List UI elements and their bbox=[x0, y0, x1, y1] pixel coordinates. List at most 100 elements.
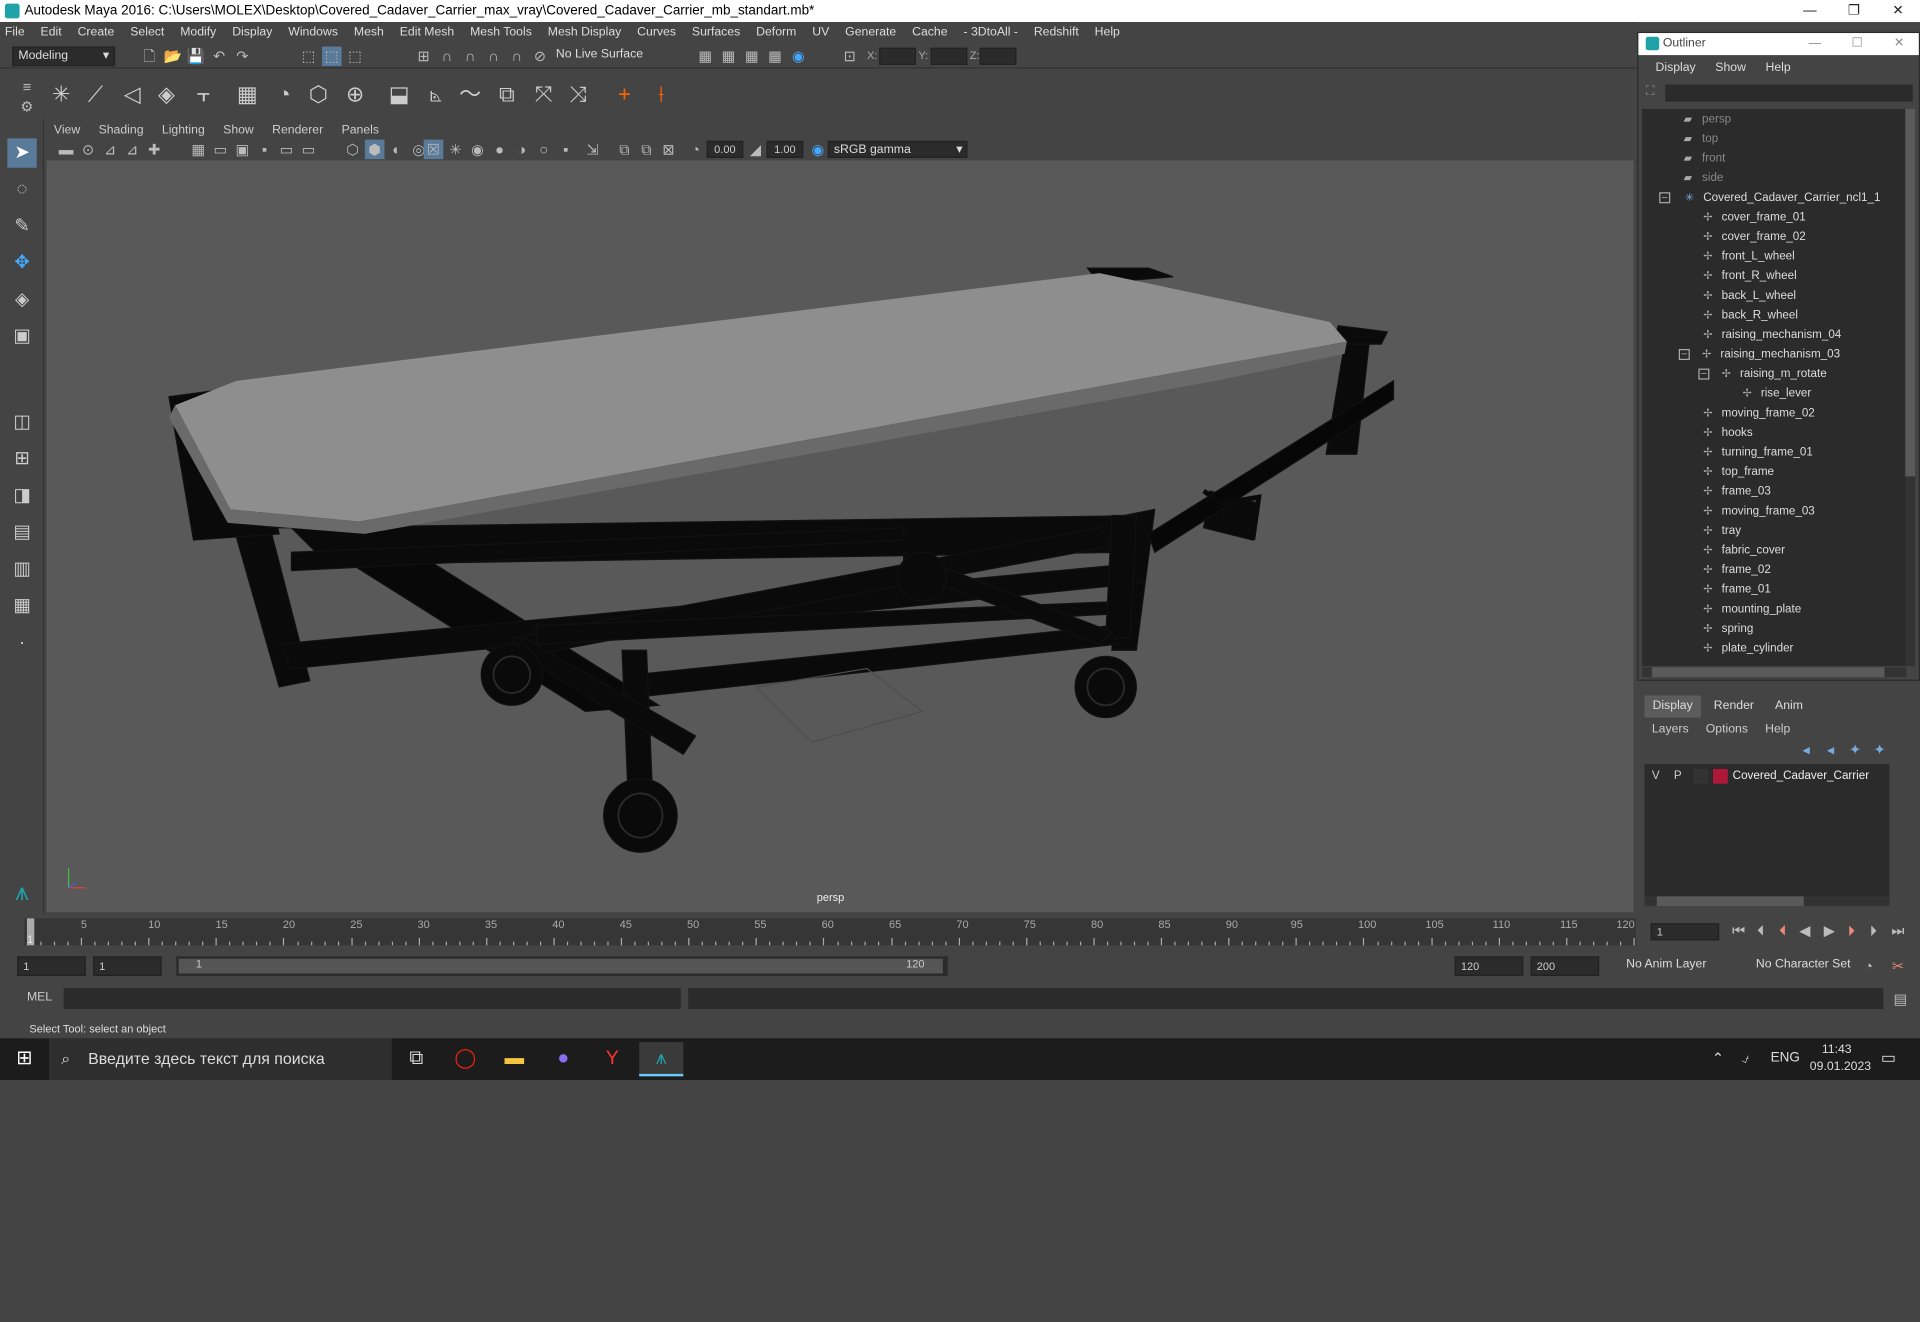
outliner-item-camera[interactable]: ▰ top bbox=[1684, 129, 1719, 149]
taskbar-search[interactable]: ⌕ Введите здесь текст для поиска bbox=[48, 1038, 392, 1081]
layout-icon-3[interactable]: ▦ bbox=[7, 591, 36, 620]
outliner-item[interactable]: ✢ top_frame bbox=[1703, 462, 1774, 482]
character-set-dropdown[interactable]: No Character Set bbox=[1751, 956, 1854, 976]
layer-scrollbar[interactable] bbox=[1644, 896, 1890, 907]
select-tool-icon[interactable]: ➤ bbox=[7, 138, 37, 168]
bookmark-icon[interactable]: ⊿ bbox=[100, 140, 120, 160]
command-input[interactable] bbox=[63, 988, 681, 1009]
bevel-icon[interactable]: ◔ bbox=[269, 80, 298, 109]
step-forward-frame-icon[interactable]: ⏵ bbox=[1842, 921, 1862, 941]
field-chart-icon[interactable]: ▭ bbox=[277, 140, 297, 160]
xray-icon[interactable]: ◉ bbox=[468, 140, 488, 160]
vp-menu-panels[interactable]: Panels bbox=[342, 121, 379, 139]
filter-icon[interactable]: ⛶ bbox=[1646, 84, 1655, 97]
save-scene-icon[interactable]: 💾 bbox=[186, 47, 206, 67]
menu-create[interactable]: Create bbox=[78, 22, 115, 44]
layout-icon-2[interactable]: ▥ bbox=[7, 555, 36, 584]
menu-3dtoall[interactable]: - 3DtoAll - bbox=[963, 22, 1017, 44]
gamma-icon[interactable]: ◢ bbox=[746, 140, 766, 160]
task-view-icon[interactable]: ⧉ bbox=[394, 1042, 438, 1076]
hud-icon-3[interactable]: ⊠ bbox=[659, 140, 679, 160]
camera-select-icon[interactable]: ▬ bbox=[56, 140, 76, 160]
hud-icon-2[interactable]: ⧉ bbox=[637, 140, 657, 160]
play-backward-icon[interactable]: ◀ bbox=[1795, 921, 1815, 941]
make-live-icon[interactable]: ⊘ bbox=[530, 47, 550, 67]
outliner-item-camera[interactable]: ▰ side bbox=[1684, 168, 1724, 188]
select-hierarchy-icon[interactable]: ⬚ bbox=[299, 47, 319, 67]
range-slider[interactable]: 1 120 bbox=[176, 956, 948, 976]
outliner-item[interactable]: ✢ front_R_wheel bbox=[1703, 266, 1796, 286]
language-indicator[interactable]: ENG bbox=[1771, 1051, 1800, 1066]
menu-generate[interactable]: Generate bbox=[845, 22, 896, 44]
safe-action-icon[interactable]: ▭ bbox=[299, 140, 319, 160]
live-surface-field[interactable]: No Live Surface bbox=[551, 46, 652, 67]
hypershade-icon[interactable]: ◉ bbox=[789, 47, 809, 67]
outliner-close-button[interactable]: ✕ bbox=[1894, 33, 1904, 55]
select-component-icon[interactable]: ⬚ bbox=[345, 47, 365, 67]
z-field[interactable] bbox=[979, 47, 1017, 65]
outliner-item[interactable]: ✢ back_R_wheel bbox=[1703, 305, 1798, 325]
dof-icon[interactable]: ▪ bbox=[556, 140, 576, 160]
paint-select-icon[interactable]: ✎ bbox=[7, 212, 36, 241]
append-polygon-icon[interactable]: ⦝ bbox=[421, 80, 450, 109]
render-view-icon[interactable]: ▦ bbox=[765, 47, 785, 67]
use-lights-icon[interactable]: ☒ bbox=[423, 139, 444, 160]
outliner-item[interactable]: ✢ frame_01 bbox=[1703, 579, 1771, 599]
outliner-item[interactable]: ✢ plate_cylinder bbox=[1703, 638, 1793, 658]
select-object-icon[interactable]: ⬚ bbox=[322, 46, 342, 67]
snap-grid-icon[interactable]: ⊞ bbox=[414, 47, 434, 67]
playback-start-field[interactable]: 1 bbox=[93, 956, 162, 976]
single-view-icon[interactable]: ◫ bbox=[7, 408, 36, 437]
play-forward-icon[interactable]: ▶ bbox=[1820, 921, 1840, 941]
windows-start-icon[interactable]: ⊞ bbox=[2, 1042, 46, 1076]
move-layer-up-icon[interactable]: ◂ bbox=[1796, 740, 1816, 760]
scale-tool-icon[interactable]: ▣ bbox=[7, 322, 36, 351]
move-layer-down-icon[interactable]: ◂ bbox=[1821, 740, 1841, 760]
notifications-icon[interactable]: ▭ bbox=[1881, 1048, 1896, 1068]
outliner-item-root[interactable]: − ✳ Covered_Cadaver_Carrier_ncl1_1 bbox=[1659, 187, 1880, 207]
color-space-dropdown[interactable]: sRGB gamma ▾ bbox=[827, 140, 968, 158]
camera-attr-icon[interactable]: ⊙ bbox=[78, 140, 98, 160]
script-editor-icon[interactable]: ▤ bbox=[1891, 989, 1911, 1009]
layer-row[interactable]: V P Covered_Cadaver_Carrier bbox=[1645, 767, 1890, 787]
menu-surfaces[interactable]: Surfaces bbox=[692, 22, 740, 44]
step-back-key-icon[interactable]: ⏴ bbox=[1751, 921, 1771, 941]
collapse-icon[interactable]: − bbox=[1698, 368, 1710, 380]
four-view-icon[interactable]: ⊞ bbox=[7, 444, 36, 473]
tab-render[interactable]: Render bbox=[1703, 696, 1764, 718]
collapse-icon[interactable]: − bbox=[1659, 192, 1671, 204]
opera-icon[interactable]: ◯ bbox=[443, 1042, 487, 1076]
merge-icon[interactable]: ⤨ bbox=[563, 80, 592, 109]
film-gate-icon[interactable]: ▭ bbox=[211, 140, 231, 160]
close-button[interactable]: ✕ bbox=[1876, 0, 1920, 22]
outliner-horizontal-scrollbar[interactable] bbox=[1642, 667, 1907, 678]
outliner-item[interactable]: − ✢ raising_mechanism_03 bbox=[1678, 344, 1840, 364]
discord-icon[interactable]: ● bbox=[541, 1042, 585, 1076]
snap-surface-icon[interactable]: ∩ bbox=[507, 47, 527, 67]
outliner-item[interactable]: ✢ mounting_plate bbox=[1703, 599, 1801, 619]
render-settings-icon[interactable]: ▦ bbox=[696, 47, 716, 67]
outliner-item[interactable]: ✢ moving_frame_02 bbox=[1703, 403, 1814, 423]
menu-select[interactable]: Select bbox=[130, 22, 164, 44]
collapse-icon[interactable]: − bbox=[1678, 348, 1690, 361]
x-field[interactable] bbox=[879, 47, 916, 65]
gate-mask-icon[interactable]: ▪ bbox=[255, 140, 275, 160]
connect-tool-icon[interactable]: ⟋ bbox=[81, 80, 110, 109]
go-to-start-icon[interactable]: ⏮ bbox=[1729, 921, 1749, 941]
outliner-item[interactable]: ✢ cover_frame_01 bbox=[1703, 207, 1805, 227]
menu-modify[interactable]: Modify bbox=[180, 22, 216, 44]
motion-blur-icon[interactable]: ◑ bbox=[512, 140, 532, 160]
outliner-item-camera[interactable]: ▰ persp bbox=[1684, 109, 1731, 129]
layer-type-toggle[interactable] bbox=[1693, 768, 1709, 784]
y-field[interactable] bbox=[930, 47, 968, 65]
go-to-end-icon[interactable]: ⏭ bbox=[1888, 921, 1908, 941]
tab-display[interactable]: Display bbox=[1644, 695, 1701, 718]
wireframe-icon[interactable]: ⬡ bbox=[343, 140, 363, 160]
hud-icon[interactable]: ⧉ bbox=[615, 140, 635, 160]
auto-key-icon[interactable]: ◔ bbox=[1859, 956, 1879, 976]
menu-deform[interactable]: Deform bbox=[756, 22, 796, 44]
layer-color-swatch[interactable] bbox=[1713, 768, 1728, 784]
resolution-gate-icon[interactable]: ▣ bbox=[233, 140, 253, 160]
color-management-icon[interactable]: ◉ bbox=[808, 140, 828, 160]
menu-curves[interactable]: Curves bbox=[637, 22, 676, 44]
